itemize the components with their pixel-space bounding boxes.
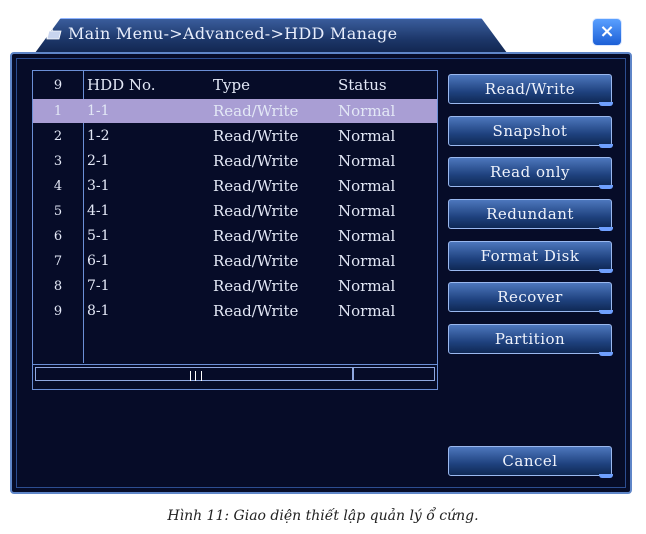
- row-type: Read/Write: [213, 127, 299, 145]
- row-type: Read/Write: [213, 227, 299, 245]
- redundant-button[interactable]: Redundant: [448, 199, 613, 231]
- title-bar: Main Menu->Advanced->HDD Manage ×: [10, 14, 632, 57]
- row-number: 8: [53, 279, 63, 294]
- scrollbar-end: [353, 367, 435, 381]
- format-disk-button[interactable]: Format Disk: [448, 241, 613, 273]
- row-status: Normal: [338, 202, 396, 220]
- window-title: Main Menu->Advanced->HDD Manage: [68, 24, 398, 43]
- row-status: Normal: [338, 252, 396, 270]
- table-row[interactable]: 6 5-1 Read/Write Normal: [33, 224, 437, 248]
- close-button[interactable]: ×: [592, 18, 622, 46]
- row-number: 9: [53, 304, 63, 319]
- snapshot-button[interactable]: Snapshot: [448, 116, 613, 148]
- header-status: Status: [338, 76, 387, 94]
- row-status: Normal: [338, 302, 396, 320]
- row-type: Read/Write: [213, 302, 299, 320]
- row-hdd-no: 1-2: [87, 128, 110, 144]
- partition-button[interactable]: Partition: [448, 324, 613, 356]
- row-number: 1: [53, 104, 63, 119]
- figure-caption: Hình 11: Giao diện thiết lập quản lý ổ c…: [167, 508, 479, 524]
- table-row[interactable]: 5 4-1 Read/Write Normal: [33, 199, 437, 223]
- row-status: Normal: [338, 277, 396, 295]
- row-hdd-no: 5-1: [87, 228, 110, 244]
- row-hdd-no: 3-1: [87, 178, 110, 194]
- hdd-table: 9 HDD No. Type Status 1 1-1 Read/Write N…: [32, 70, 438, 390]
- row-hdd-no: 6-1: [87, 253, 110, 269]
- row-hdd-no: 4-1: [87, 203, 110, 219]
- row-type: Read/Write: [213, 252, 299, 270]
- scrollbar-thumb[interactable]: [190, 371, 202, 381]
- row-type: Read/Write: [213, 177, 299, 195]
- row-type: Read/Write: [213, 277, 299, 295]
- row-status: Normal: [338, 152, 396, 170]
- row-type: Read/Write: [213, 202, 299, 220]
- row-number: 4: [53, 179, 63, 194]
- row-status: Normal: [338, 127, 396, 145]
- scrollbar-track[interactable]: [35, 367, 353, 381]
- row-hdd-no: 7-1: [87, 278, 110, 294]
- read-only-button[interactable]: Read only: [448, 157, 613, 189]
- header-count: 9: [53, 78, 63, 93]
- row-number: 7: [53, 254, 63, 269]
- row-number: 2: [53, 129, 63, 144]
- table-row[interactable]: 2 1-2 Read/Write Normal: [33, 124, 437, 148]
- folder-icon: [46, 28, 62, 40]
- row-number: 5: [53, 204, 63, 219]
- horizontal-scrollbar[interactable]: [33, 364, 437, 381]
- hdd-manage-window: Main Menu->Advanced->HDD Manage × 9 HDD …: [10, 14, 632, 494]
- cancel-button[interactable]: Cancel: [448, 446, 613, 478]
- table-row[interactable]: 4 3-1 Read/Write Normal: [33, 174, 437, 198]
- row-status: Normal: [338, 102, 396, 120]
- row-status: Normal: [338, 177, 396, 195]
- row-type: Read/Write: [213, 102, 299, 120]
- header-hdd-no: HDD No.: [87, 76, 156, 94]
- table-row[interactable]: 3 2-1 Read/Write Normal: [33, 149, 437, 173]
- row-hdd-no: 1-1: [87, 103, 110, 119]
- row-number: 3: [53, 154, 63, 169]
- table-row[interactable]: 7 6-1 Read/Write Normal: [33, 249, 437, 273]
- recover-button[interactable]: Recover: [448, 282, 613, 314]
- row-status: Normal: [338, 227, 396, 245]
- row-hdd-no: 2-1: [87, 153, 110, 169]
- table-row[interactable]: 8 7-1 Read/Write Normal: [33, 274, 437, 298]
- row-type: Read/Write: [213, 152, 299, 170]
- table-row[interactable]: 1 1-1 Read/Write Normal: [33, 99, 437, 123]
- row-number: 6: [53, 229, 63, 244]
- row-hdd-no: 8-1: [87, 303, 110, 319]
- header-type: Type: [213, 76, 250, 94]
- table-row[interactable]: 9 8-1 Read/Write Normal: [33, 299, 437, 323]
- read-write-button[interactable]: Read/Write: [448, 74, 613, 106]
- table-header: 9 HDD No. Type Status: [33, 73, 437, 97]
